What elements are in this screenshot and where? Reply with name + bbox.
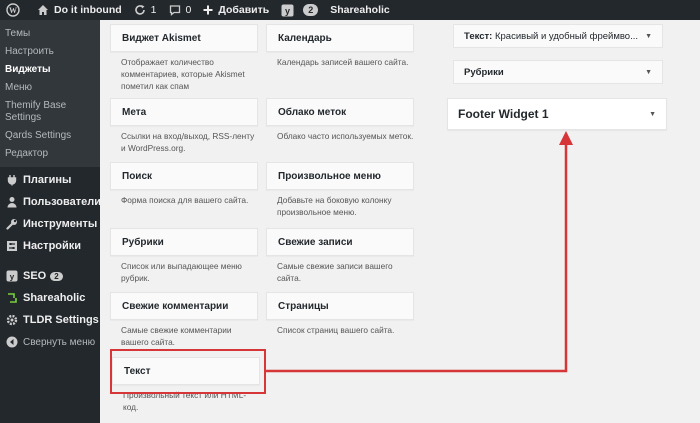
arrow-line <box>266 142 568 373</box>
arrow-head <box>559 131 573 145</box>
drag-arrow-annotation <box>266 131 573 373</box>
